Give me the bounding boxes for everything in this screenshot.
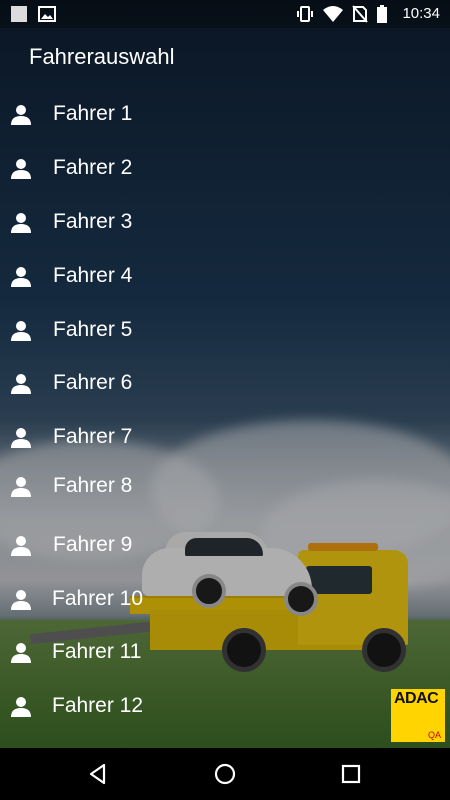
driver-label: Fahrer 2 [53, 156, 133, 179]
recents-square-icon[interactable] [337, 760, 365, 788]
driver-list-item[interactable]: Fahrer 11 [0, 629, 450, 679]
wifi-icon [323, 6, 343, 22]
user-icon [11, 536, 31, 556]
vibrate-icon [297, 6, 313, 22]
driver-label: Fahrer 1 [53, 102, 133, 125]
driver-label: Fahrer 5 [53, 318, 133, 341]
status-bar: 10:34 [0, 0, 450, 28]
user-icon [11, 697, 31, 717]
driver-list-item[interactable]: Fahrer 12 [0, 683, 450, 733]
user-icon [11, 428, 31, 448]
user-icon [11, 213, 31, 233]
driver-label: Fahrer 4 [53, 264, 133, 287]
driver-label: Fahrer 12 [52, 694, 144, 717]
clock: 10:34 [402, 5, 440, 22]
driver-list-item[interactable]: Fahrer 1 [0, 91, 450, 141]
user-icon [11, 477, 31, 497]
user-icon [11, 105, 31, 125]
no-sim-icon [352, 5, 368, 23]
user-icon [11, 643, 31, 663]
driver-list-item[interactable]: Fahrer 7 [0, 414, 450, 464]
driver-list-item[interactable]: Fahrer 5 [0, 307, 450, 357]
screen: 10:34 Fahrerauswahl Fahrer 1 Fahrer 2 Fa… [0, 0, 450, 800]
page-title: Fahrerauswahl [29, 44, 175, 69]
driver-list-item[interactable]: Fahrer 8 [0, 463, 450, 513]
driver-list-item[interactable]: Fahrer 10 [0, 576, 450, 626]
user-icon [11, 321, 31, 341]
user-icon [11, 267, 31, 287]
driver-label: Fahrer 3 [53, 210, 133, 233]
logo-text: ADAC [394, 690, 439, 707]
battery-icon [377, 5, 387, 23]
home-circle-icon[interactable] [211, 760, 239, 788]
driver-label: Fahrer 11 [52, 640, 142, 663]
notification-square-icon [11, 6, 27, 22]
driver-label: Fahrer 7 [53, 425, 133, 448]
user-icon [11, 159, 31, 179]
driver-label: Fahrer 9 [53, 533, 133, 556]
driver-label: Fahrer 8 [53, 474, 133, 497]
driver-list-item[interactable]: Fahrer 2 [0, 145, 450, 195]
navigation-bar [0, 748, 450, 800]
driver-list-item[interactable]: Fahrer 3 [0, 199, 450, 249]
driver-list-item[interactable]: Fahrer 4 [0, 253, 450, 303]
user-icon [11, 590, 31, 610]
driver-list-item[interactable]: Fahrer 9 [0, 522, 450, 572]
user-icon [11, 374, 31, 394]
driver-list-item[interactable]: Fahrer 6 [0, 360, 450, 410]
back-triangle-icon[interactable] [84, 760, 112, 788]
driver-label: Fahrer 6 [53, 371, 133, 394]
image-icon [38, 6, 56, 22]
logo-subtext: QA [427, 730, 441, 740]
driver-label: Fahrer 10 [52, 587, 144, 610]
adac-logo: ADAC QA [391, 689, 445, 742]
